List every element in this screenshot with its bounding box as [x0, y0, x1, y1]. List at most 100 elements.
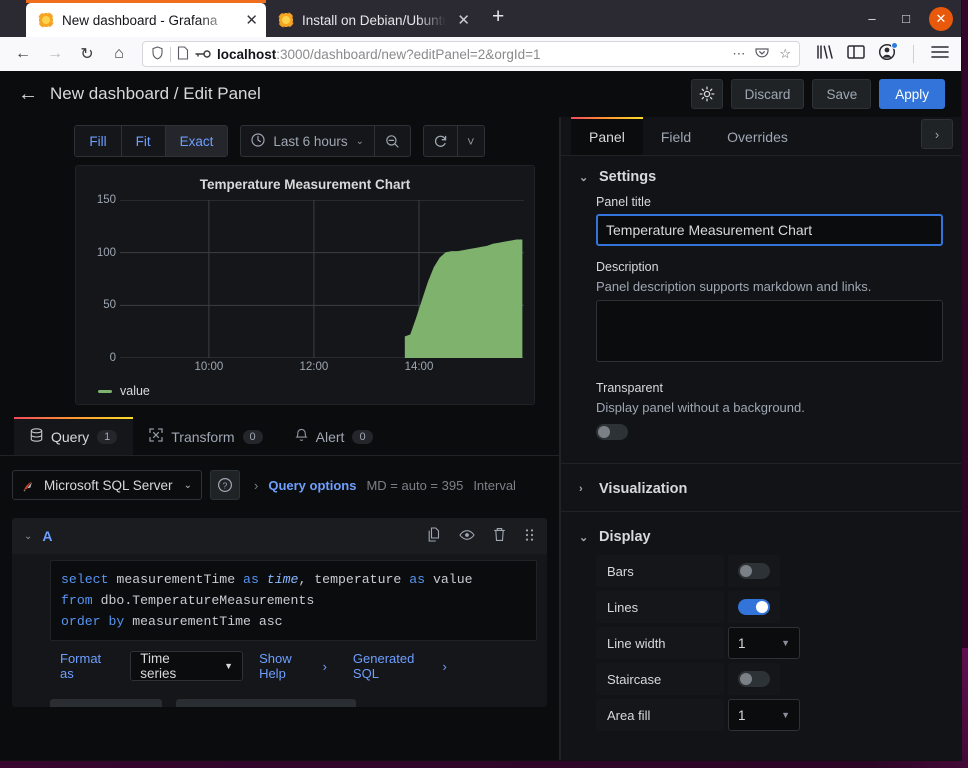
browser-window: New dashboard - Grafana ✕ Install on Deb…: [0, 0, 961, 760]
size-mode-exact[interactable]: Exact: [165, 126, 228, 156]
settings-section-header[interactable]: ⌄ Settings: [561, 156, 961, 195]
back-to-dashboard-button[interactable]: ←: [18, 83, 46, 106]
zoom-out-icon[interactable]: [375, 126, 410, 156]
new-tab-button[interactable]: +: [478, 5, 516, 33]
display-option-toggle-cell: [728, 591, 780, 623]
close-window-button[interactable]: ✕: [929, 6, 953, 31]
discard-button[interactable]: Discard: [730, 79, 805, 109]
x-axis-tick: 14:00: [404, 361, 434, 373]
line-width-select[interactable]: 1 ▼: [728, 627, 800, 659]
key-icon[interactable]: [195, 47, 211, 62]
back-button[interactable]: ←: [8, 40, 38, 68]
tab-field[interactable]: Field: [643, 117, 709, 155]
display-option-row: Lines: [596, 591, 943, 623]
query-options-interval: Interval: [473, 477, 516, 493]
tab-alert-count: 0: [352, 429, 373, 444]
plot-area: [120, 200, 524, 358]
panel-size-mode-group: Fill Fit Exact: [74, 125, 229, 157]
tab-alert-label: Alert: [315, 428, 345, 445]
address-bar[interactable]: localhost:3000/dashboard/new?editPanel=2…: [142, 41, 800, 67]
svg-text:?: ?: [223, 480, 228, 490]
size-mode-fill[interactable]: Fill: [75, 126, 122, 156]
hamburger-menu-icon[interactable]: [931, 45, 949, 64]
options-scroll-area[interactable]: ⌄ Settings Panel title Description Panel…: [561, 156, 961, 760]
library-icon[interactable]: [816, 44, 834, 65]
shield-icon[interactable]: [151, 45, 164, 63]
display-section-header[interactable]: ⌄ Display: [561, 516, 961, 555]
save-button[interactable]: Save: [812, 79, 872, 109]
refresh-icon[interactable]: [424, 134, 457, 149]
format-as-select[interactable]: Time series ▼: [130, 651, 244, 681]
query-footer-spacer: [462, 652, 537, 680]
query-options-maxdatapoints: MD = auto = 395: [366, 477, 464, 493]
apply-button[interactable]: Apply: [879, 79, 945, 109]
transparent-toggle[interactable]: [596, 424, 628, 440]
bars-toggle[interactable]: [738, 563, 770, 579]
tab-transform[interactable]: Transform 0: [133, 417, 278, 455]
drag-handle-icon[interactable]: [524, 528, 535, 545]
sql-token: by: [108, 614, 133, 629]
display-option-row: Area fill 1 ▼: [596, 699, 943, 731]
forward-button[interactable]: →: [40, 40, 70, 68]
chevron-right-icon: ›: [322, 658, 327, 674]
time-range-picker[interactable]: Last 6 hours ⌄: [240, 125, 412, 157]
chevron-down-icon[interactable]: ⌄: [24, 531, 32, 542]
time-range-value[interactable]: Last 6 hours ⌄: [241, 126, 374, 156]
eye-icon[interactable]: [459, 528, 475, 544]
url-divider: [170, 46, 171, 62]
account-icon[interactable]: [878, 41, 898, 66]
chevron-down-icon: ⌄: [579, 171, 589, 184]
minimize-button[interactable]: –: [855, 5, 889, 33]
sidebar-icon[interactable]: [847, 44, 865, 65]
panel-options-pane: Panel Field Overrides › ⌄ Settings Panel…: [560, 117, 961, 760]
home-button[interactable]: ⌂: [104, 40, 134, 68]
size-mode-fit[interactable]: Fit: [121, 126, 166, 156]
chevron-right-icon: ›: [442, 658, 447, 674]
question-circle-icon[interactable]: ?: [210, 470, 240, 500]
reload-button[interactable]: ↻: [72, 40, 102, 68]
query-ref-id: A: [42, 528, 53, 544]
tab-panel[interactable]: Panel: [571, 117, 643, 155]
add-query-button-partial[interactable]: [50, 699, 162, 707]
visualization-section-header[interactable]: › Visualization: [561, 468, 961, 507]
trash-icon[interactable]: [493, 527, 506, 545]
tab-alert[interactable]: Alert 0: [279, 417, 389, 455]
grafana-app: ← New dashboard / Edit Panel Discard Sav…: [0, 71, 961, 760]
query-options-row[interactable]: › Query options MD = auto = 395 Interval: [248, 470, 516, 500]
page-info-icon[interactable]: [177, 45, 189, 63]
url-text[interactable]: localhost:3000/dashboard/new?editPanel=2…: [217, 47, 726, 62]
lines-toggle[interactable]: [738, 599, 770, 615]
tab-close-icon[interactable]: ✕: [245, 13, 258, 28]
chart-title: Temperature Measurement Chart: [199, 177, 411, 192]
copy-icon[interactable]: [427, 527, 441, 545]
query-options-label[interactable]: Query options: [268, 478, 356, 493]
sql-editor[interactable]: select measurementTime as time, temperat…: [50, 560, 537, 641]
description-textarea[interactable]: [596, 300, 943, 362]
area-fill-select[interactable]: 1 ▼: [728, 699, 800, 731]
show-help-button[interactable]: Show Help ›: [249, 651, 337, 681]
pocket-icon[interactable]: [755, 46, 769, 63]
refresh-interval-chevron-down-icon[interactable]: ˅: [458, 134, 484, 149]
panel-title-input[interactable]: [596, 214, 943, 246]
datasource-picker[interactable]: Microsoft SQL Server ⌄: [12, 470, 202, 500]
tab-query[interactable]: Query 1: [14, 417, 134, 455]
query-tab-bar: Query 1 Transform 0 Alert 0: [0, 417, 559, 456]
browser-tab-inactive[interactable]: Install on Debian/Ubuntu ✕: [266, 3, 478, 37]
tab-overrides[interactable]: Overrides: [709, 117, 806, 155]
refresh-group: ˅: [423, 125, 485, 157]
bookmark-star-icon[interactable]: ☆: [779, 46, 791, 62]
page-title: New dashboard / Edit Panel: [50, 84, 261, 103]
expand-options-pane-button[interactable]: ›: [921, 119, 953, 149]
display-option-toggle-cell: [728, 555, 780, 587]
add-expression-button-partial[interactable]: [176, 699, 356, 707]
generated-sql-button[interactable]: Generated SQL ›: [342, 651, 457, 681]
page-actions-icon[interactable]: ⋯: [732, 46, 745, 62]
maximize-button[interactable]: □: [889, 5, 923, 33]
edit-panel-body: Fill Fit Exact Last 6 hours ⌄ ˅ Temperat…: [0, 117, 961, 760]
gear-icon[interactable]: [690, 79, 723, 109]
chart-legend[interactable]: value: [86, 378, 524, 398]
staircase-toggle[interactable]: [738, 671, 770, 687]
browser-tab-active[interactable]: New dashboard - Grafana ✕: [26, 3, 266, 37]
tab-close-icon[interactable]: ✕: [457, 13, 470, 28]
display-section-body: Bars Lines Line width 1 ▼ Staircase Area fill 1…: [561, 555, 961, 731]
